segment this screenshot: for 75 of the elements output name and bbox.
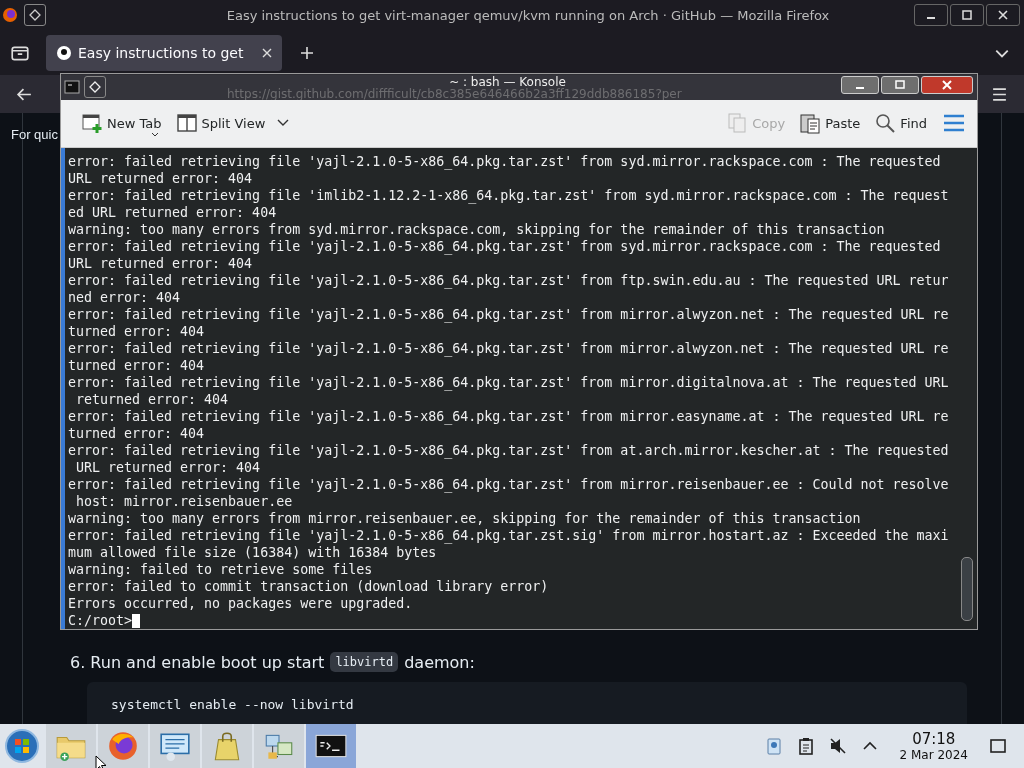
page-text: For quic xyxy=(11,126,58,142)
terminal-line: URL returned error: 404 xyxy=(68,255,254,272)
split-view-button[interactable]: Split View xyxy=(171,108,294,139)
show-desktop-icon[interactable] xyxy=(988,736,1008,756)
terminal-line: host: mirror.reisenbauer.ee xyxy=(75,493,294,510)
maximize-icon xyxy=(961,9,973,21)
prompt-text: C:/root> xyxy=(68,612,133,629)
terminal-line: turned error: 404 xyxy=(68,425,206,442)
close-icon xyxy=(262,47,272,58)
code-line: systemctl enable --now libvirtd xyxy=(111,697,354,712)
terminal-line: warning: too many errors from mirror.reisenbauer.ee, skipping for the remainder of this transaction xyxy=(68,510,862,527)
start-orb-icon[interactable] xyxy=(4,728,40,764)
step-text: daemon: xyxy=(404,652,475,672)
window-title: ~ : bash — Konsole xyxy=(449,76,566,89)
maximize-icon xyxy=(894,78,906,91)
mouse-pointer-icon xyxy=(95,755,107,768)
scrollbar-thumb[interactable] xyxy=(961,557,973,621)
diamond-icon xyxy=(29,9,41,21)
terminal-line: returned error: 404 xyxy=(75,391,230,408)
terminal-line: ed URL returned error: 404 xyxy=(68,204,278,221)
terminal-line: warning: too many errors from syd.mirror.rackspace.com, skipping for the remainder of this transaction xyxy=(68,221,886,238)
terminal-line: error: failed to commit transaction (download library error) xyxy=(68,578,550,595)
step-text: 6. Run and enable boot up start xyxy=(70,652,325,672)
terminal-line: error: failed retrieving file 'yajl-2.1.0-5-x86_64.pkg.tar.zst' from mirror.reisenbauer.ee : Could not resolve xyxy=(68,476,950,493)
terminal-line: error: failed retrieving file 'yajl-2.1.0-5-x86_64.pkg.tar.zst' from at.arch.mirror.kescher.at : The requested xyxy=(68,442,950,459)
copy-icon xyxy=(726,112,749,135)
plus-icon xyxy=(300,45,314,60)
terminal-line: error: failed retrieving file 'imlib2-1.12.2-1-x86_64.pkg.tar.zst' from syd.mirror.rackspace.com : The request xyxy=(68,187,950,204)
window-title: Easy instructions to get virt-manager qemuv/kvm running on Arch · GitHub — Mozilla Firefox xyxy=(225,7,831,23)
close-button[interactable] xyxy=(986,4,1020,26)
terminal-line: turned error: 404 xyxy=(68,357,206,374)
close-tab-button[interactable] xyxy=(260,47,274,58)
terminal-line: warning: failed to retrieve some files xyxy=(68,561,374,578)
terminal-line: URL returned error: 404 xyxy=(75,459,262,476)
text-cursor xyxy=(132,613,141,628)
terminal-line: error: failed retrieving file 'yajl-2.1.0-5-x86_64.pkg.tar.zst' from mirror.easyname.at : The requested URL re xyxy=(68,408,950,425)
caret-icon xyxy=(277,119,290,128)
minimize-icon xyxy=(927,17,935,19)
minimize-icon xyxy=(856,86,864,89)
new-tab-button[interactable]: New Tab xyxy=(77,108,166,139)
terminal-line: Errors occurred, no packages were upgraded. xyxy=(68,595,414,612)
browser-tab[interactable]: Easy instructions to get xyxy=(46,34,282,71)
inline-code: libvirtd xyxy=(330,652,399,672)
terminal-line: error: failed retrieving file 'yajl-2.1.0-5-x86_64.pkg.tar.zst.sig' from mirror.hostart.az : Exceeded the maxi xyxy=(68,527,950,544)
muted-speaker-icon[interactable] xyxy=(827,736,848,756)
maximize-button[interactable] xyxy=(950,4,984,26)
terminal-line: error: failed retrieving file 'yajl-2.1.0-5-x86_64.pkg.tar.zst' from mirror.alwyzon.net : The requested URL re xyxy=(68,306,950,323)
menu-icon[interactable] xyxy=(991,85,1008,103)
clock[interactable]: 07:18 2 Mar 2024 xyxy=(899,730,968,762)
browser-icon xyxy=(106,729,140,763)
terminal-line: mum allowed file size (16384) with 16384 bytes xyxy=(68,544,438,561)
diamond-icon xyxy=(89,80,101,93)
terminal-plus-icon xyxy=(81,112,103,135)
taskbar-app-button[interactable] xyxy=(306,724,356,768)
caret-icon xyxy=(151,132,159,138)
clipboard-icon xyxy=(799,112,822,135)
terminal-line: turned error: 404 xyxy=(68,323,206,340)
paste-button[interactable]: Paste xyxy=(795,108,865,139)
terminal-line: ned error: 404 xyxy=(68,289,182,306)
split-pane-icon xyxy=(175,112,198,135)
browser-logo-icon xyxy=(2,7,18,23)
terminal-icon xyxy=(64,78,80,95)
pin-button[interactable] xyxy=(24,4,46,26)
search-icon xyxy=(874,112,897,135)
terminal-line: error: failed retrieving file 'yajl-2.1.0-5-x86_64.pkg.tar.zst' from syd.mirror.rackspace.com : The requested xyxy=(68,153,942,170)
terminal-line: URL returned error: 404 xyxy=(68,170,254,187)
close-icon xyxy=(997,9,1009,21)
pin-button[interactable] xyxy=(84,75,106,98)
close-icon xyxy=(941,78,953,91)
minimize-button[interactable] xyxy=(914,4,948,26)
find-button[interactable]: Find xyxy=(870,108,931,139)
terminal-line: error: failed retrieving file 'yajl-2.1.0-5-x86_64.pkg.tar.zst' from mirror.alwyzon.net : The requested URL re xyxy=(68,340,950,357)
terminal-line: error: failed retrieving file 'yajl-2.1.0-5-x86_64.pkg.tar.zst' from syd.mirror.rackspace.com : The requested xyxy=(68,238,942,255)
terminal-line: error: failed retrieving file 'yajl-2.1.0-5-x86_64.pkg.tar.zst' from ftp.swin.edu.au : The requested URL retur xyxy=(68,272,950,289)
terminal-line: error: failed retrieving file 'yajl-2.1.0-5-x86_64.pkg.tar.zst' from mirror.digitalnova.at : The requested URL xyxy=(68,374,950,391)
